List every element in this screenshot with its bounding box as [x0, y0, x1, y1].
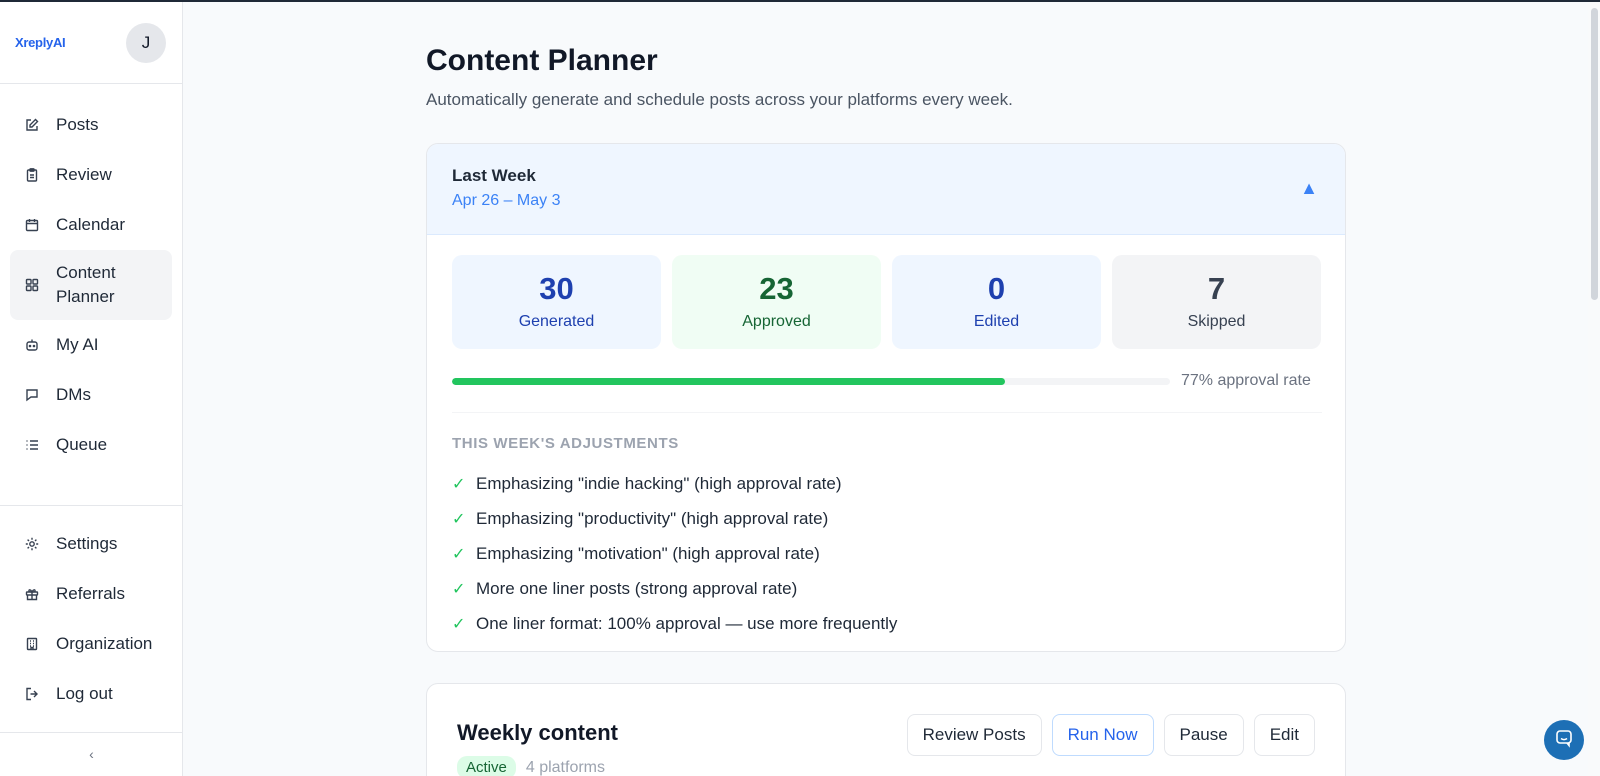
list-item: ✓ Emphasizing "indie hacking" (high appro… [452, 466, 897, 501]
clipboard-icon [24, 167, 40, 183]
adjustment-text: One liner format: 100% approval — use mo… [476, 613, 898, 633]
gift-icon [24, 586, 40, 602]
last-week-title: Last Week [452, 166, 536, 185]
platform-count: 4 platforms [525, 758, 605, 776]
sidebar-item-label: DMs [56, 385, 91, 404]
stat-value: 7 [1207, 271, 1226, 306]
calendar-icon [24, 217, 40, 233]
check-icon: ✓ [452, 615, 466, 633]
adjustment-text: More one liner posts (strong approval ra… [476, 578, 798, 598]
main-nav: Posts Review Calendar Content Planner My… [0, 84, 182, 470]
sidebar-item-posts[interactable]: Posts [10, 100, 172, 150]
sidebar-item-settings[interactable]: Settings [10, 519, 173, 569]
grid-icon [24, 277, 40, 293]
sidebar-item-label: Organization [56, 634, 153, 653]
sidebar-item-label: Content Planner [56, 263, 116, 306]
last-week-header[interactable]: Last Week Apr 26 – May 3 ▲ [427, 144, 1345, 235]
avatar[interactable]: J [126, 22, 166, 63]
adjustment-text: Emphasizing "motivation" (high approval … [476, 543, 820, 563]
weekly-actions: Review Posts Run Now Pause Edit [906, 714, 1315, 756]
sidebar: XreplyAI J Posts Review Calendar Content… [0, 2, 183, 776]
stat-edited: 0 Edited [892, 255, 1101, 349]
stat-label: Skipped [1187, 313, 1246, 330]
sidebar-item-label: Review [56, 165, 112, 184]
approval-rate-text: 77% approval rate [1181, 372, 1311, 389]
stat-approved: 23 Approved [672, 255, 881, 349]
edit-button[interactable]: Edit [1253, 714, 1315, 756]
sidebar-item-log-out[interactable]: Log out [10, 669, 173, 719]
check-icon: ✓ [452, 545, 466, 563]
weekly-content-card: Weekly content Active 4 platforms Review… [426, 683, 1346, 776]
bottom-nav: Settings Referrals Organization Log out [0, 519, 183, 719]
stat-skipped: 7 Skipped [1112, 255, 1321, 349]
sidebar-item-content-planner[interactable]: Content Planner [10, 250, 172, 320]
weekly-content-meta: Active 4 platforms [457, 756, 605, 776]
sidebar-item-label: Calendar [56, 215, 125, 234]
adjustment-text: Emphasizing "productivity" (high approva… [476, 508, 829, 528]
edit-icon [24, 117, 40, 133]
sidebar-header: XreplyAI J [0, 2, 182, 84]
sidebar-item-review[interactable]: Review [10, 150, 172, 200]
logo[interactable]: XreplyAI [15, 35, 66, 50]
chat-bubble-icon [24, 387, 40, 403]
gear-icon [24, 536, 40, 552]
review-posts-button[interactable]: Review Posts [906, 714, 1042, 756]
sidebar-item-my-ai[interactable]: My AI [10, 320, 172, 370]
sidebar-item-label: My AI [56, 335, 99, 354]
adjustments-list: ✓ Emphasizing "indie hacking" (high appro… [452, 466, 897, 641]
adjustment-text: Emphasizing "indie hacking" (high approv… [476, 473, 842, 493]
building-icon [24, 636, 40, 652]
stats-row: 30 Generated 23 Approved 0 Edited 7 Skip… [452, 255, 1321, 349]
pause-button[interactable]: Pause [1163, 714, 1244, 756]
list-item: ✓ Emphasizing "motivation" (high approval… [452, 536, 897, 571]
approval-bar-fill [452, 377, 1005, 385]
sidebar-divider [0, 505, 183, 506]
stat-label: Approved [742, 313, 811, 330]
sidebar-item-organization[interactable]: Organization [10, 619, 173, 669]
sidebar-item-label: Log out [56, 684, 113, 703]
list-icon [24, 437, 40, 453]
stat-value: 23 [759, 271, 794, 306]
sidebar-item-label: Posts [56, 115, 99, 134]
logout-icon [24, 686, 40, 702]
collapse-toggle-icon[interactable]: ▲ [1300, 178, 1318, 199]
stat-label: Generated [518, 313, 595, 330]
page-subtitle: Automatically generate and schedule post… [426, 90, 1013, 109]
list-item: ✓ More one liner posts (strong approval r… [452, 571, 897, 606]
sidebar-item-dms[interactable]: DMs [10, 370, 172, 420]
support-chat-button[interactable] [1544, 720, 1584, 760]
check-icon: ✓ [452, 510, 466, 528]
sidebar-item-referrals[interactable]: Referrals [10, 569, 173, 619]
list-item: ✓ One liner format: 100% approval — use m… [452, 606, 897, 641]
stat-generated: 30 Generated [452, 255, 661, 349]
last-week-card: Last Week Apr 26 – May 3 ▲ 30 Generated … [426, 143, 1346, 652]
weekly-content-title: Weekly content [457, 720, 618, 745]
approval-progress: 77% approval rate [452, 372, 1322, 390]
divider [452, 412, 1322, 413]
stat-value: 30 [539, 271, 574, 306]
page-title: Content Planner [426, 44, 658, 77]
sidebar-item-queue[interactable]: Queue [10, 420, 172, 470]
sidebar-item-label: Queue [56, 435, 108, 454]
stat-label: Edited [973, 313, 1020, 330]
chat-icon [1554, 728, 1574, 753]
list-item: ✓ Emphasizing "productivity" (high approv… [452, 501, 897, 536]
status-badge: Active [457, 756, 516, 776]
sidebar-item-calendar[interactable]: Calendar [10, 200, 172, 250]
check-icon: ✓ [452, 475, 466, 493]
adjustments-title: THIS WEEK'S ADJUSTMENTS [452, 435, 679, 452]
robot-icon [24, 337, 40, 353]
approval-bar [452, 377, 1170, 385]
collapse-sidebar-button[interactable]: ‹ [0, 732, 183, 776]
sidebar-item-label: Referrals [56, 584, 125, 603]
check-icon: ✓ [452, 580, 466, 598]
last-week-range: Apr 26 – May 3 [452, 192, 561, 209]
run-now-button[interactable]: Run Now [1051, 714, 1154, 756]
stat-value: 0 [987, 271, 1006, 306]
sidebar-item-label: Settings [56, 534, 118, 553]
scrollbar[interactable] [1588, 2, 1600, 776]
scrollbar-thumb[interactable] [1591, 8, 1598, 300]
